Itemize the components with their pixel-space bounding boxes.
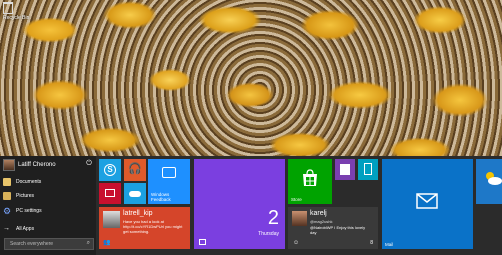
twitter-user: latrell_kip: [123, 210, 153, 217]
nav-pictures[interactable]: Pictures: [3, 192, 34, 200]
onenote-icon: [340, 164, 350, 175]
gear-icon: ⚙: [3, 206, 12, 216]
store-icon: [301, 169, 319, 187]
people-user: karelj: [310, 210, 327, 217]
search-icon: ⌕: [86, 240, 90, 246]
search-box[interactable]: Search everywhere ⌕: [4, 238, 94, 250]
store-tile[interactable]: Store: [288, 159, 332, 204]
calendar-day: Thursday: [258, 231, 279, 237]
nav-pictures-label: Pictures: [16, 193, 35, 199]
music-tile[interactable]: 🎧: [124, 159, 146, 181]
people-tile-icon: ☺: [293, 240, 300, 246]
calendar-date: 2: [267, 207, 279, 229]
windows-feedback-tile[interactable]: Windows Feedback: [148, 159, 190, 204]
nav-pc-settings-label: PC settings: [16, 208, 42, 214]
onenote-tile[interactable]: [335, 159, 355, 180]
onedrive-tile[interactable]: [124, 183, 146, 204]
documents-icon: [3, 178, 11, 186]
mail-label: Mail: [385, 242, 394, 247]
start-menu: Latiff Cherono ⏻ Documents Pictures ⚙ PC…: [0, 156, 502, 255]
people-tile[interactable]: karelj @mag2ushk @NairobiWP I Enjoy this…: [288, 207, 378, 249]
recycle-bin-icon: [3, 2, 13, 14]
reader-tile[interactable]: [358, 159, 378, 180]
mail-tile[interactable]: Mail: [382, 159, 473, 249]
weather-icon: [484, 171, 502, 185]
skype-icon: S: [104, 164, 116, 176]
people-badge: 8: [370, 240, 373, 246]
start-left-pane: Latiff Cherono ⏻ Documents Pictures ⚙ PC…: [0, 156, 96, 255]
all-apps-label: All Apps: [16, 226, 35, 232]
mail-icon: [416, 193, 438, 209]
power-icon[interactable]: ⏻: [85, 160, 93, 168]
desktop-background: Recycle Bin: [0, 0, 502, 160]
headphones-icon: 🎧: [128, 163, 142, 175]
reader-icon: [364, 163, 372, 175]
nav-documents[interactable]: Documents: [3, 178, 41, 186]
video-tile[interactable]: [99, 183, 121, 204]
people-avatar: [292, 211, 307, 226]
nav-pc-settings[interactable]: ⚙ PC settings: [3, 206, 42, 216]
people-text: @NairobiWP I Enjoy this lovely day: [310, 225, 366, 235]
calendar-tile[interactable]: 2 Thursday: [194, 159, 285, 249]
arrow-right-icon: →: [3, 225, 10, 232]
weather-tile[interactable]: [476, 159, 502, 204]
user-name: Latiff Cherono: [18, 162, 56, 168]
pictures-icon: [3, 192, 11, 200]
store-label: Store: [291, 197, 302, 202]
recycle-bin-label: Recycle Bin: [3, 15, 30, 21]
calendar-icon: [199, 239, 206, 245]
nav-documents-label: Documents: [16, 179, 42, 185]
all-apps-button[interactable]: → All Apps: [3, 225, 34, 233]
twitter-avatar: [103, 211, 120, 228]
cloud-icon: [129, 191, 141, 197]
twitter-text: Have you had a look at http://t.co/cYR1D…: [123, 219, 183, 234]
twitter-tile[interactable]: latrell_kip Have you had a look at http:…: [99, 207, 190, 249]
windows-feedback-label: Windows Feedback: [151, 192, 171, 202]
people-icon: 👥: [103, 240, 111, 246]
feedback-icon: [162, 167, 176, 178]
search-placeholder: Search everywhere: [10, 241, 54, 247]
recycle-bin[interactable]: Recycle Bin: [3, 2, 43, 21]
avatar: [3, 159, 15, 171]
skype-tile[interactable]: S: [99, 159, 121, 181]
user-account[interactable]: Latiff Cherono: [3, 159, 56, 171]
video-icon: [105, 189, 115, 197]
people-handle: @mag2ushk: [310, 219, 333, 224]
